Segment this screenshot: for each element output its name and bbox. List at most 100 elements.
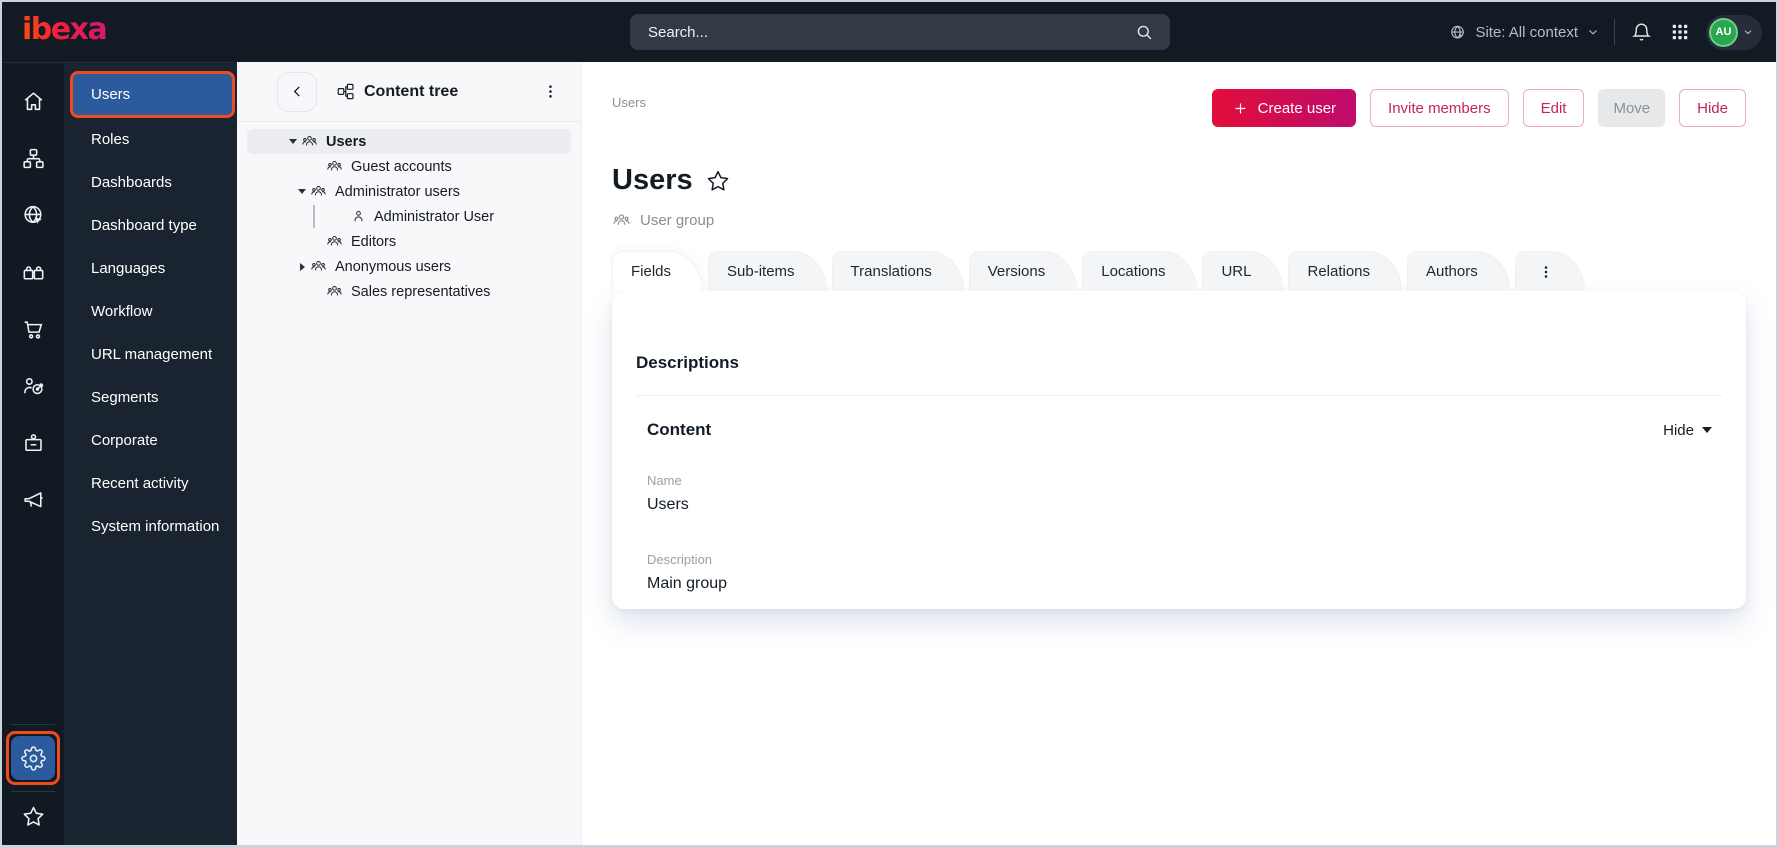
tree-node-users[interactable]: Users (247, 129, 571, 154)
products-icon[interactable] (2, 244, 64, 301)
content-tree-icon (336, 82, 355, 101)
fields-card: Descriptions Content Hide Name Users Des… (612, 291, 1746, 609)
sidebar-item-dashboard-type[interactable]: Dashboard type (64, 204, 237, 247)
content-section-title: Content (647, 420, 712, 439)
sidebar-menu: Users Roles Dashboards Dashboard type La… (64, 62, 237, 845)
global-search[interactable] (630, 14, 1170, 50)
tab-overflow-kebab-icon[interactable] (1514, 251, 1585, 291)
rail-bottom (2, 724, 64, 833)
field-value: Main group (647, 575, 728, 592)
settings-gear-icon[interactable] (11, 736, 55, 780)
marketing-megaphone-icon[interactable] (2, 472, 64, 529)
search-input[interactable] (648, 23, 1133, 41)
commerce-cart-icon[interactable] (2, 301, 64, 358)
site-context-selector[interactable]: Site: All context (1448, 23, 1600, 42)
tab-url[interactable]: URL (1202, 251, 1284, 291)
caret-expanded-icon[interactable] (285, 139, 301, 144)
card-divider (636, 395, 1722, 396)
tab-bar: Fields Sub-items Translations Versions L… (612, 251, 1746, 291)
rail-divider (11, 724, 55, 725)
field-label: Description (647, 552, 713, 567)
collapse-panel-chevron-left-icon[interactable] (277, 71, 317, 112)
corporate-badge-icon[interactable] (2, 415, 64, 472)
tab-locations[interactable]: Locations (1082, 251, 1198, 291)
content-tree-title: Content tree (336, 82, 458, 101)
app-window: ibexa Site: All context AU (0, 0, 1778, 848)
ibexa-logo[interactable]: ibexa (22, 15, 108, 49)
site-icon[interactable] (2, 187, 64, 244)
home-icon[interactable] (2, 73, 64, 130)
user-menu[interactable]: AU (1706, 14, 1762, 50)
user-group-icon (326, 283, 343, 300)
sidebar-item-system-information[interactable]: System information (64, 505, 237, 548)
sidebar-item-url-management[interactable]: URL management (64, 333, 237, 376)
user-group-icon (310, 258, 327, 275)
action-buttons: Create user Invite members Edit Move Hid… (1211, 89, 1746, 127)
bookmark-star-icon[interactable] (705, 168, 731, 194)
tab-authors[interactable]: Authors (1407, 251, 1510, 291)
chevron-down-icon (1589, 30, 1597, 35)
content-tree-header: Content tree (237, 62, 581, 122)
content-section-header: Content Hide (636, 420, 1722, 440)
edit-button[interactable]: Edit (1522, 89, 1585, 127)
tree-node-administrator-users[interactable]: Administrator users (247, 179, 571, 204)
user-group-icon (326, 158, 343, 175)
site-globe-icon (1448, 23, 1467, 42)
sidebar-item-languages[interactable]: Languages (64, 247, 237, 290)
create-user-button[interactable]: Create user (1211, 89, 1357, 127)
tree-node-guest-accounts[interactable]: Guest accounts (247, 154, 571, 179)
section-collapse-toggle[interactable]: Hide (1663, 422, 1712, 439)
rail-divider (11, 791, 55, 792)
hide-button[interactable]: Hide (1679, 89, 1746, 127)
user-group-icon (326, 233, 343, 250)
user-group-icon (310, 183, 327, 200)
invite-members-button[interactable]: Invite members (1370, 89, 1509, 127)
app-grid-icon[interactable] (1668, 20, 1692, 44)
caret-down-icon (1702, 427, 1712, 433)
topbar: ibexa Site: All context AU (2, 2, 1776, 62)
content-tree-list: Users Guest accounts Administrator users (237, 122, 581, 304)
customers-icon[interactable] (2, 358, 64, 415)
tab-translations[interactable]: Translations (831, 251, 964, 291)
tab-fields[interactable]: Fields (612, 251, 704, 291)
sidebar-item-roles[interactable]: Roles (64, 118, 237, 161)
user-group-icon (301, 133, 318, 150)
tree-guide-line (313, 205, 315, 228)
move-button[interactable]: Move (1598, 89, 1666, 127)
sidebar-item-dashboards[interactable]: Dashboards (64, 161, 237, 204)
tab-versions[interactable]: Versions (968, 251, 1078, 291)
sidebar-item-segments[interactable]: Segments (64, 376, 237, 419)
main-content: Users Create user Invite members Edit Mo… (582, 62, 1776, 845)
tree-node-editors[interactable]: Editors (247, 229, 571, 254)
field-description: Description Main group (636, 552, 1722, 593)
bookmarks-star-icon[interactable] (17, 800, 50, 833)
content-type-row: User group (612, 211, 1746, 230)
notifications-bell-icon[interactable] (1629, 20, 1654, 45)
topbar-divider (1614, 19, 1615, 45)
title-row: Users (612, 164, 1746, 196)
tree-options-kebab-icon[interactable] (538, 79, 563, 104)
search-icon[interactable] (1133, 21, 1156, 44)
avatar: AU (1709, 17, 1738, 47)
icon-rail (2, 62, 64, 845)
user-group-icon (612, 211, 631, 230)
sidebar-item-users[interactable]: Users (70, 71, 235, 118)
content-type-label: User group (640, 212, 715, 229)
descriptions-heading: Descriptions (636, 353, 739, 372)
tab-relations[interactable]: Relations (1288, 251, 1403, 291)
tree-node-administrator-user[interactable]: Administrator User (247, 204, 571, 229)
tree-node-anonymous-users[interactable]: Anonymous users (247, 254, 571, 279)
field-name: Name Users (636, 473, 1722, 514)
tree-node-sales-representatives[interactable]: Sales representatives (247, 279, 571, 304)
tab-sub-items[interactable]: Sub-items (708, 251, 827, 291)
plus-icon (1235, 103, 1246, 113)
caret-collapsed-icon[interactable] (294, 262, 310, 271)
sidebar-item-corporate[interactable]: Corporate (64, 419, 237, 462)
site-context-label: Site: All context (1475, 23, 1578, 41)
content-tree-panel: Content tree Users Guest accounts Admini… (237, 62, 582, 845)
content-structure-icon[interactable] (2, 130, 64, 187)
sidebar-item-recent-activity[interactable]: Recent activity (64, 462, 237, 505)
field-value: Users (647, 496, 689, 513)
sidebar-item-workflow[interactable]: Workflow (64, 290, 237, 333)
caret-expanded-icon[interactable] (294, 189, 310, 194)
